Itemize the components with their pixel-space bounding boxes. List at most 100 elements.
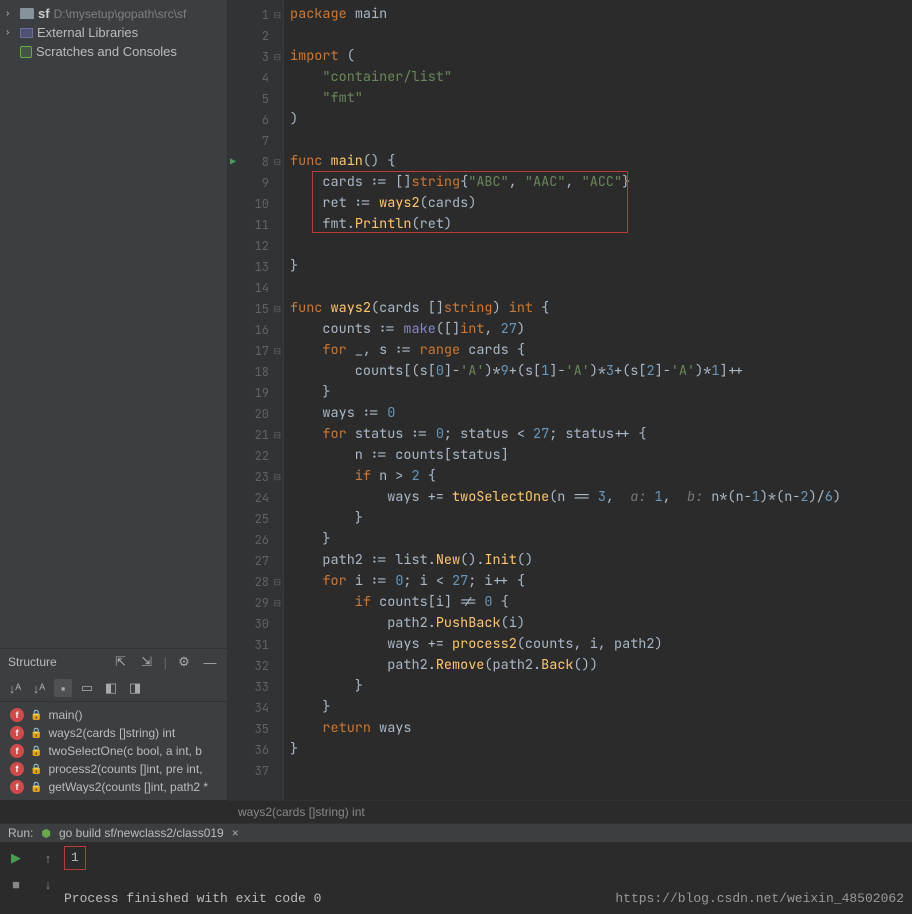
gutter-line[interactable]: 31 [228, 634, 283, 655]
gutter-line[interactable]: 6 [228, 109, 283, 130]
gutter-line[interactable]: 33 [228, 676, 283, 697]
gutter-line[interactable]: 26 [228, 529, 283, 550]
sort-visibility-icon[interactable]: ↓ᴬ [30, 679, 48, 697]
code-line[interactable]: "fmt" [290, 88, 906, 109]
fold-minus-icon[interactable]: ⊟ [273, 156, 281, 168]
gutter-line[interactable]: 5 [228, 88, 283, 109]
gutter-line[interactable]: 21⊟ [228, 424, 283, 445]
code-line[interactable]: } [290, 697, 906, 718]
gutter-line[interactable]: 24 [228, 487, 283, 508]
code-line[interactable]: func ways2(cards []string) int { [290, 298, 906, 319]
code-line[interactable] [290, 235, 906, 256]
gutter-line[interactable]: 13 [228, 256, 283, 277]
up-icon[interactable]: ↑ [38, 848, 58, 868]
code-line[interactable]: if n > 2 { [290, 466, 906, 487]
code-line[interactable]: counts[(s[0]-'A')*9+(s[1]-'A')*3+(s[2]-'… [290, 361, 906, 382]
structure-item[interactable]: f🔒twoSelectOne(c bool, a int, b [0, 742, 227, 760]
fold-minus-icon[interactable]: ⊟ [273, 597, 281, 609]
code-line[interactable]: ways += twoSelectOne(n == 3, a: 1, b: n*… [290, 487, 906, 508]
gutter-line[interactable]: 8▶⊟ [228, 151, 283, 172]
code-line[interactable]: return ways [290, 718, 906, 739]
gutter-line[interactable]: 32 [228, 655, 283, 676]
filter-icon[interactable]: ▪ [54, 679, 72, 697]
chevron-right-icon[interactable]: › [6, 27, 16, 38]
code-line[interactable]: package main [290, 4, 906, 25]
code-line[interactable] [290, 130, 906, 151]
close-tab-icon[interactable]: × [232, 826, 239, 840]
gutter-line[interactable]: 17⊟ [228, 340, 283, 361]
breadcrumb-bar[interactable]: ways2(cards []string) int [228, 800, 912, 823]
tree-scratches[interactable]: Scratches and Consoles [0, 42, 227, 61]
sort-alpha-icon[interactable]: ↓ᴬ [6, 679, 24, 697]
gutter-line[interactable]: 2 [228, 25, 283, 46]
gutter-line[interactable]: 22 [228, 445, 283, 466]
code-line[interactable]: import ( [290, 46, 906, 67]
code-line[interactable]: counts := make([]int, 27) [290, 319, 906, 340]
gutter-line[interactable]: 4 [228, 67, 283, 88]
chevron-right-icon[interactable]: › [6, 8, 16, 19]
code-line[interactable]: path2.PushBack(i) [290, 613, 906, 634]
code-line[interactable]: for status := 0; status < 27; status++ { [290, 424, 906, 445]
code-line[interactable]: cards := []string{"ABC", "AAC", "ACC"} [290, 172, 906, 193]
fold-minus-icon[interactable]: ⊟ [273, 471, 281, 483]
fold-minus-icon[interactable]: ⊟ [273, 9, 281, 21]
fold-minus-icon[interactable]: ⊟ [273, 429, 281, 441]
structure-item[interactable]: f🔒process2(counts []int, pre int, [0, 760, 227, 778]
structure-item[interactable]: f🔒getWays2(counts []int, path2 * [0, 778, 227, 796]
gutter-line[interactable]: 36 [228, 739, 283, 760]
tree-external-libs[interactable]: › External Libraries [0, 23, 227, 42]
gutter-line[interactable]: 3⊟ [228, 46, 283, 67]
gutter-line[interactable]: 20 [228, 403, 283, 424]
code-line[interactable]: } [290, 382, 906, 403]
expand-all-icon[interactable]: ⇲ [138, 653, 156, 671]
view-icon-2[interactable]: ◧ [102, 679, 120, 697]
fold-minus-icon[interactable]: ⊟ [273, 576, 281, 588]
collapse-all-icon[interactable]: ⇱ [112, 653, 130, 671]
gutter-line[interactable]: 11 [228, 214, 283, 235]
gutter-line[interactable]: 10 [228, 193, 283, 214]
gutter-line[interactable]: 30 [228, 613, 283, 634]
code-line[interactable]: } [290, 529, 906, 550]
rerun-icon[interactable]: ▶ [6, 848, 26, 868]
code-line[interactable]: ret := ways2(cards) [290, 193, 906, 214]
stop-icon[interactable]: ■ [6, 874, 26, 894]
code-line[interactable]: fmt.Println(ret) [290, 214, 906, 235]
code-line[interactable]: } [290, 256, 906, 277]
code-line[interactable] [290, 760, 906, 781]
gear-icon[interactable]: ⚙ [175, 653, 193, 671]
code-line[interactable]: ways += process2(counts, i, path2) [290, 634, 906, 655]
code-line[interactable]: func main() { [290, 151, 906, 172]
gutter-line[interactable]: 9 [228, 172, 283, 193]
down-icon[interactable]: ↓ [38, 874, 58, 894]
gutter-line[interactable]: 12 [228, 235, 283, 256]
code-line[interactable]: } [290, 739, 906, 760]
run-config-name[interactable]: go build sf/newclass2/class019 [59, 826, 224, 840]
view-icon-3[interactable]: ◨ [126, 679, 144, 697]
gutter-line[interactable]: 1⊟ [228, 4, 283, 25]
code-line[interactable]: path2 := list.New().Init() [290, 550, 906, 571]
code-line[interactable]: n := counts[status] [290, 445, 906, 466]
gutter-line[interactable]: 25 [228, 508, 283, 529]
gutter-line[interactable]: 19 [228, 382, 283, 403]
gutter-line[interactable]: 34 [228, 697, 283, 718]
hide-icon[interactable]: — [201, 653, 219, 671]
gutter-line[interactable]: 29⊟ [228, 592, 283, 613]
gutter-line[interactable]: 23⊟ [228, 466, 283, 487]
code-line[interactable]: "container/list" [290, 67, 906, 88]
code-line[interactable]: ) [290, 109, 906, 130]
code-line[interactable]: for _, s := range cards { [290, 340, 906, 361]
code-line[interactable]: } [290, 676, 906, 697]
gutter-line[interactable]: 7 [228, 130, 283, 151]
gutter-line[interactable]: 15⊟ [228, 298, 283, 319]
fold-minus-icon[interactable]: ⊟ [273, 51, 281, 63]
code-line[interactable] [290, 25, 906, 46]
view-icon-1[interactable]: ▭ [78, 679, 96, 697]
gutter-line[interactable]: 14 [228, 277, 283, 298]
gutter-line[interactable]: 27 [228, 550, 283, 571]
code-line[interactable]: for i := 0; i < 27; i++ { [290, 571, 906, 592]
gutter-line[interactable]: 35 [228, 718, 283, 739]
run-gutter-icon[interactable]: ▶ [230, 155, 236, 168]
gutter-line[interactable]: 18 [228, 361, 283, 382]
structure-item[interactable]: f🔒main() [0, 706, 227, 724]
run-output[interactable]: 1 Process finished with exit code 0 http… [60, 842, 912, 914]
